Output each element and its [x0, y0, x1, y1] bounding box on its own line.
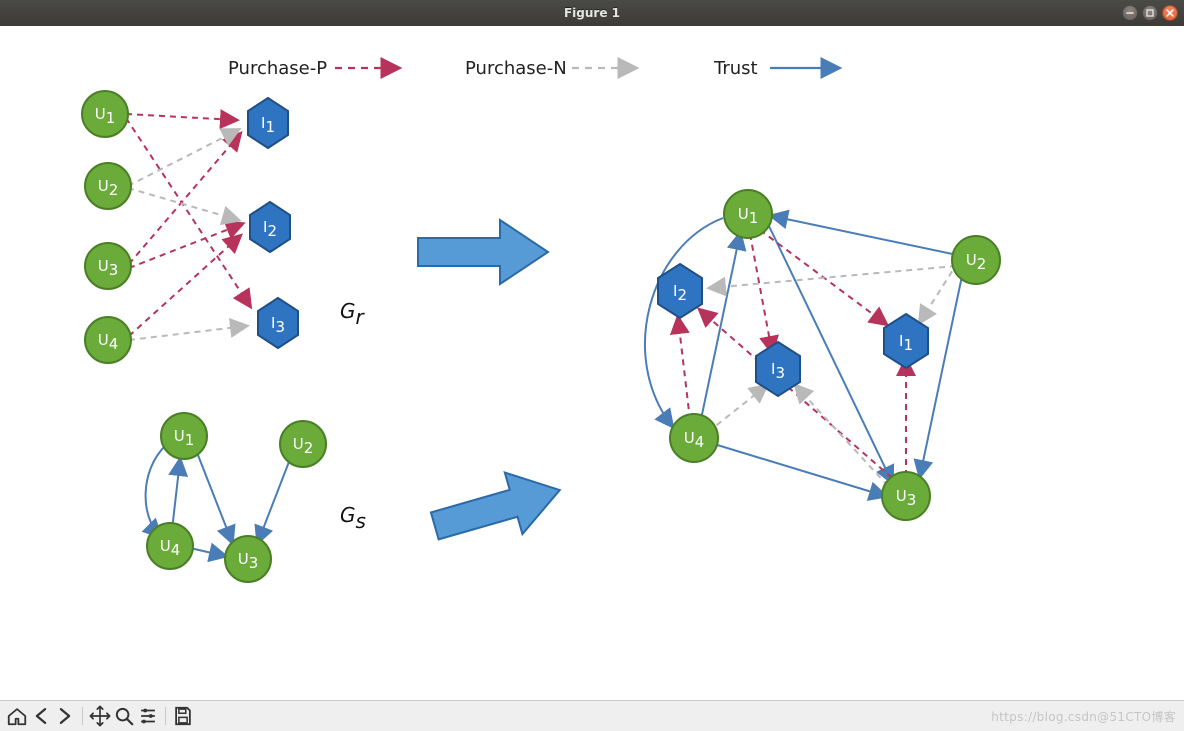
minimize-button[interactable]	[1122, 5, 1138, 21]
minimize-icon	[1125, 8, 1135, 18]
legend-purchase-p-label: Purchase-P	[228, 58, 327, 79]
home-button[interactable]	[6, 705, 28, 727]
edge-t	[772, 216, 962, 256]
edge-gr-p	[129, 134, 240, 264]
graph-combined: U1 U2 U3 U4 I1 I2 I3	[645, 190, 1000, 520]
save-icon	[172, 705, 194, 727]
edge-n	[708, 386, 766, 432]
node-gs-u3: U3	[225, 536, 271, 582]
forward-button[interactable]	[54, 705, 76, 727]
node-r-u4: U4	[670, 414, 718, 462]
legend: Purchase-P Purchase-N Trust	[228, 58, 838, 79]
maximize-icon	[1145, 8, 1155, 18]
close-icon	[1165, 8, 1175, 18]
node-i1: I1	[248, 98, 288, 148]
separator	[165, 707, 166, 725]
node-u2: U2	[85, 163, 131, 209]
edge-n	[796, 386, 888, 486]
edge-gr-p	[129, 224, 242, 268]
edge-gs-t	[172, 460, 180, 530]
label-gr: Gr	[340, 299, 366, 329]
node-u3: U3	[85, 243, 131, 289]
node-r-u2: U2	[952, 236, 1000, 284]
edge-p	[700, 310, 892, 478]
node-u1: U1	[82, 91, 128, 137]
node-r-i1: I1	[884, 314, 928, 368]
node-i3: I3	[258, 298, 298, 348]
big-arrow-top	[418, 220, 548, 284]
node-gs-u1: U1	[161, 413, 207, 459]
pan-button[interactable]	[89, 705, 111, 727]
edge-gs-t	[146, 446, 165, 536]
figure-canvas: Purchase-P Purchase-N Trust U1 U2 U3 U4 …	[0, 26, 1184, 701]
graph-gs: U1 U2 U3 U4	[146, 413, 326, 582]
home-icon	[6, 705, 28, 727]
watermark: https://blog.csdn@51CTO博客	[991, 708, 1176, 725]
window-buttons	[1122, 5, 1178, 21]
zoom-button[interactable]	[113, 705, 135, 727]
legend-trust-label: Trust	[713, 58, 758, 79]
arrow-left-icon	[30, 705, 52, 727]
edge-p	[678, 318, 690, 420]
node-gs-u4: U4	[147, 523, 193, 569]
edge-gs-t	[190, 548, 225, 556]
back-button[interactable]	[30, 705, 52, 727]
legend-purchase-n-label: Purchase-N	[465, 58, 567, 79]
edge-gr-n	[128, 188, 238, 220]
edge-gr-p	[126, 114, 236, 120]
edge-gr-n	[128, 130, 238, 186]
arrow-right-icon	[54, 705, 76, 727]
edge-n	[920, 262, 958, 322]
graph-gr: U1 U2 U3 U4 I1 I2 I3	[82, 91, 298, 363]
edge-gs-t	[196, 450, 232, 542]
matplotlib-toolbar: https://blog.csdn@51CTO博客	[0, 700, 1184, 731]
node-gs-u2: U2	[280, 421, 326, 467]
edge-t	[700, 234, 740, 424]
edge-gr-p	[129, 236, 240, 336]
separator	[82, 707, 83, 725]
zoom-icon	[113, 705, 135, 727]
edge-gr-p	[126, 118, 250, 306]
node-r-u1: U1	[724, 190, 772, 238]
edge-t	[714, 444, 885, 496]
edge-t	[645, 218, 723, 426]
edge-gs-t	[258, 454, 292, 542]
figure-svg: Purchase-P Purchase-N Trust U1 U2 U3 U4 …	[0, 26, 1184, 701]
configure-button[interactable]	[137, 705, 159, 727]
sliders-icon	[137, 705, 159, 727]
label-gs: Gs	[340, 503, 366, 533]
edge-gr-n	[129, 326, 246, 340]
window-title: Figure 1	[564, 6, 620, 20]
big-arrow-bottom	[426, 459, 569, 556]
edge-p	[750, 234, 772, 352]
move-icon	[89, 705, 111, 727]
save-button[interactable]	[172, 705, 194, 727]
node-r-u3: U3	[882, 472, 930, 520]
edge-t	[920, 276, 962, 476]
title-bar: Figure 1	[0, 0, 1184, 26]
node-r-i2: I2	[658, 264, 702, 318]
close-button[interactable]	[1162, 5, 1178, 21]
maximize-button[interactable]	[1142, 5, 1158, 21]
node-u4: U4	[85, 317, 131, 363]
node-i2: I2	[250, 202, 290, 252]
